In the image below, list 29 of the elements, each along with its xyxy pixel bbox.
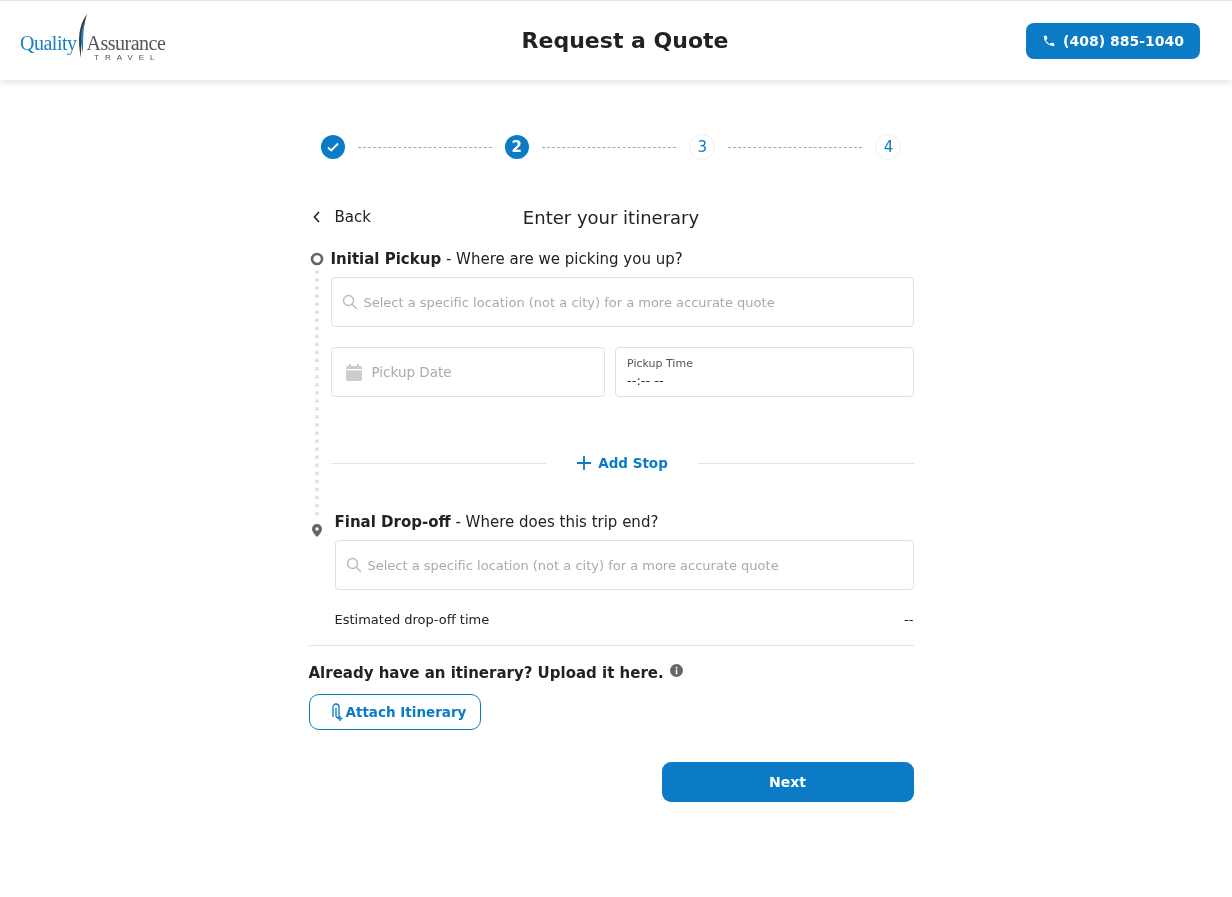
stop-heading: Initial Pickup - Where are we picking you up? <box>330 250 684 268</box>
date-field[interactable]: Pickup Date <box>330 347 605 397</box>
phone-button[interactable]: (408) 885-1040 <box>1026 22 1200 59</box>
phone-icon <box>1042 33 1057 48</box>
add-stop-button[interactable]: Add Stop <box>560 451 684 475</box>
paperclip-icon <box>329 703 344 721</box>
time-field[interactable]: Pickup Time --:-- -- <box>615 347 914 397</box>
estimate-value: -- <box>904 612 914 627</box>
next-button[interactable]: Next <box>661 762 914 802</box>
map-pin-icon <box>311 524 322 537</box>
back-link[interactable]: Back <box>308 208 371 226</box>
section-title: Enter your itinerary <box>522 206 700 228</box>
chevron-left-icon <box>312 211 321 223</box>
upload-prompt: Already have an itinerary? Upload it here. <box>308 664 664 682</box>
stop-heading: Final Drop-off - Where does this trip end? <box>334 513 660 531</box>
step-indicator: 4 <box>875 134 902 160</box>
plus-icon <box>576 455 593 471</box>
logo-text: Quality <box>20 33 77 53</box>
logo-text: Assurance <box>86 33 166 53</box>
page-heading: Request a Quote <box>521 28 729 53</box>
location-search-field[interactable]: Select a specific location (not a city) for a more accurate quote <box>330 277 914 327</box>
attach-itinerary-button[interactable]: Attach Itinerary <box>308 694 482 730</box>
step-indicator: 3 <box>689 134 716 160</box>
estimate-label: Estimated drop-off time <box>334 612 490 627</box>
start-point-icon <box>309 252 324 266</box>
location-search-field[interactable]: Select a specific location (not a city) for a more accurate quote <box>334 540 914 590</box>
logo-tagline: TRAVEL <box>94 54 161 62</box>
step-indicator: 2 <box>504 135 529 159</box>
info-icon[interactable] <box>669 664 683 677</box>
